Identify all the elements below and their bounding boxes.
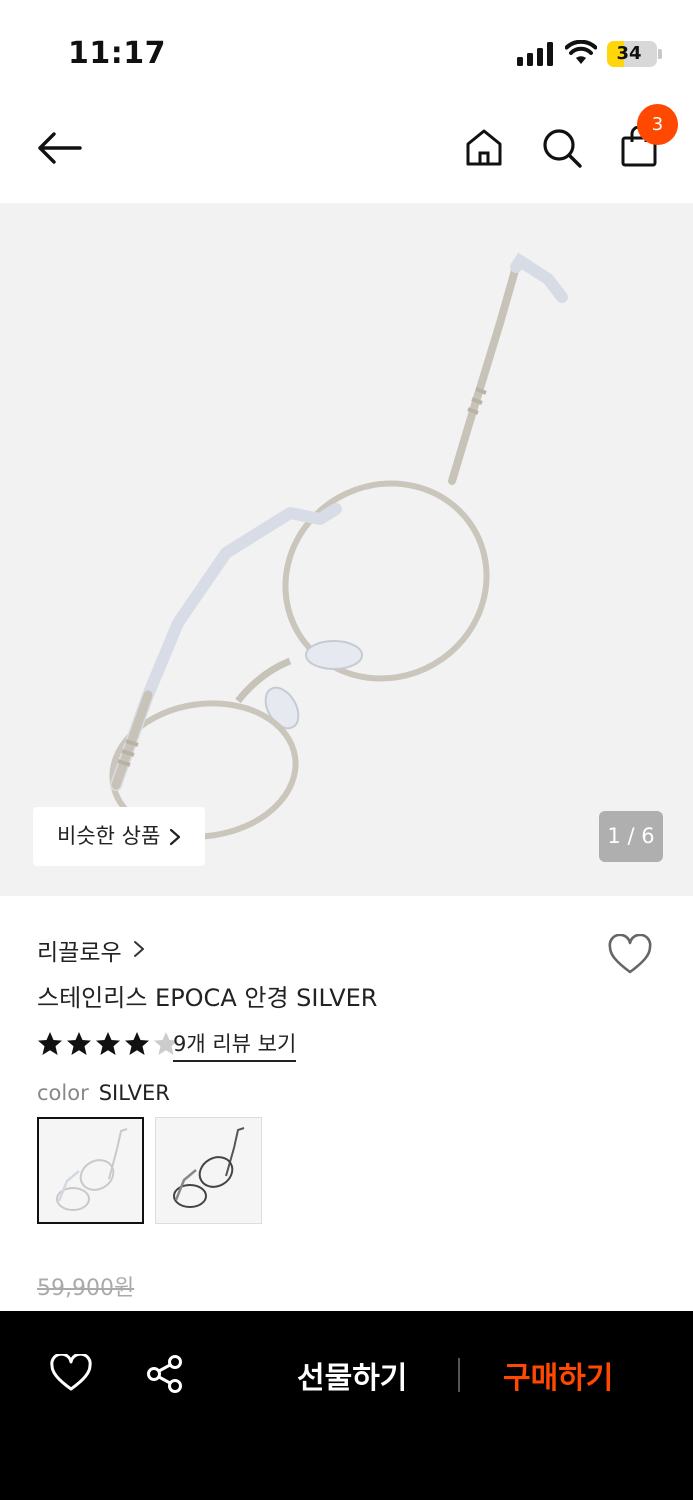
battery-level: 34 xyxy=(616,43,642,64)
status-bar: 11:17 34 xyxy=(0,0,693,100)
star-icon xyxy=(125,1032,149,1055)
battery-tip xyxy=(658,49,662,59)
heart-icon[interactable] xyxy=(50,1354,92,1392)
color-value: SILVER xyxy=(98,1081,170,1105)
glasses-image xyxy=(109,252,568,840)
chevron-right-icon xyxy=(134,941,144,957)
heart-icon[interactable] xyxy=(607,934,653,976)
color-swatch-black[interactable] xyxy=(155,1117,262,1224)
product-image[interactable]: 비슷한 상품 1 / 6 xyxy=(0,203,693,896)
home-icon[interactable] xyxy=(464,127,504,167)
similar-products-button[interactable]: 비슷한 상품 xyxy=(33,807,205,866)
star-icon xyxy=(96,1032,120,1055)
wifi-icon xyxy=(565,40,597,64)
signal-icon xyxy=(517,42,555,66)
gift-button[interactable]: 선물하기 xyxy=(297,1353,407,1397)
cart-count-badge: 3 xyxy=(637,104,678,145)
status-time: 11:17 xyxy=(68,36,166,71)
product-title: 스테인리스 EPOCA 안경 SILVER xyxy=(37,984,378,1012)
star-icon xyxy=(67,1032,91,1055)
original-price: 59,900원 xyxy=(37,1276,135,1301)
buy-button[interactable]: 구매하기 xyxy=(503,1353,613,1397)
back-arrow-icon[interactable] xyxy=(36,128,82,168)
battery-icon: 34 xyxy=(607,41,657,67)
bottom-action-bar: 선물하기 구매하기 xyxy=(0,1311,693,1500)
star-icon xyxy=(38,1032,62,1055)
review-link[interactable]: 9개 리뷰 보기 xyxy=(173,1028,297,1062)
brand-link[interactable]: 리끌로우 xyxy=(37,933,122,967)
chevron-right-icon xyxy=(169,828,181,846)
glasses-thumbnail xyxy=(173,1127,245,1208)
share-icon[interactable] xyxy=(146,1355,184,1393)
similar-products-label: 비슷한 상품 xyxy=(57,824,161,848)
divider xyxy=(458,1358,460,1392)
image-page-indicator: 1 / 6 xyxy=(599,811,663,862)
color-row: color SILVER xyxy=(37,1081,170,1105)
search-icon[interactable] xyxy=(541,127,583,169)
top-nav xyxy=(0,100,693,203)
color-label: color xyxy=(37,1081,89,1105)
color-swatch-silver[interactable] xyxy=(37,1117,144,1224)
glasses-thumbnail xyxy=(56,1128,128,1211)
